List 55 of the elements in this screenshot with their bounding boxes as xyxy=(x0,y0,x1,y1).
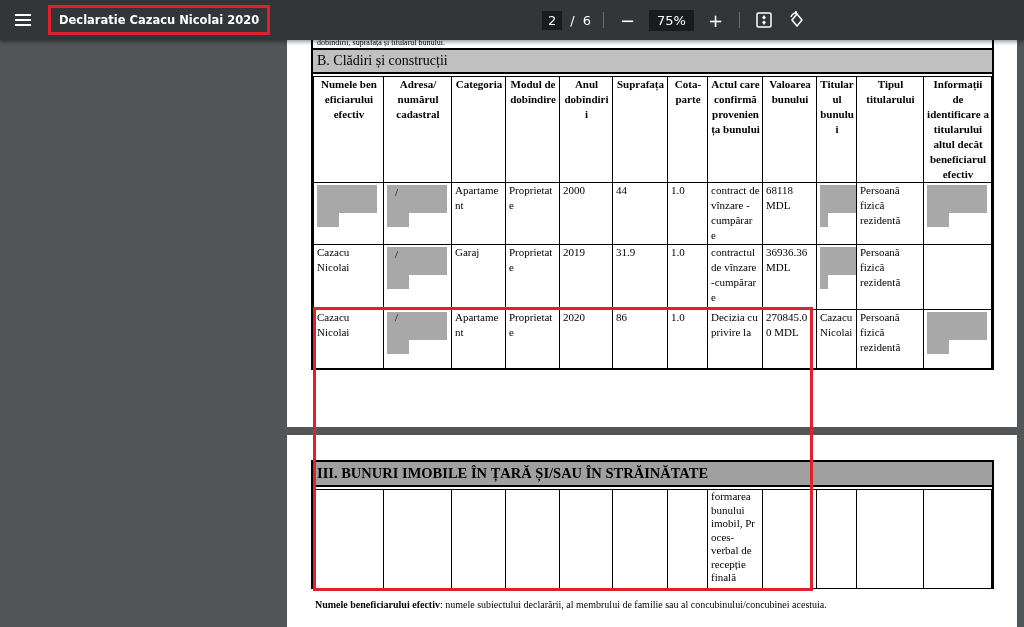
footnote-text: Numele beneficiarului efectiv: numele subiectului declarării, al membrului de familie sau al concubinului/concubinei acestuia. xyxy=(315,599,828,610)
table-cell: Apartame nt xyxy=(455,184,499,211)
table-cell: / xyxy=(395,310,399,325)
table-cell: Apartame nt xyxy=(455,311,499,338)
table-cell: 1.0 xyxy=(671,184,685,196)
table-cell: Cazacu Nicolai xyxy=(820,311,853,338)
table-cell: 2020 xyxy=(563,311,585,323)
table-cell: 1.0 xyxy=(671,311,685,323)
zoom-in-button[interactable]: + xyxy=(703,9,728,31)
zoom-field[interactable]: 75% xyxy=(649,9,694,31)
table-cell: Proprietat e xyxy=(509,246,553,273)
table-cell: 86 xyxy=(616,311,627,323)
text-line: dobîndirii, suprafața și titularul bunului. xyxy=(311,40,994,48)
table-cell: / xyxy=(395,247,399,262)
column-header: Suprafața xyxy=(612,76,668,183)
document-title: Declaratie Cazacu Nicolai 2020 xyxy=(48,5,271,35)
table-cell: 36936.36 MDL xyxy=(766,246,808,273)
section-heading: B. Clădiri și construcții xyxy=(313,50,992,74)
column-header: Adresa/ numărul cadastral xyxy=(383,76,452,183)
table-cell: 31.9 xyxy=(616,246,636,258)
table-cell: / xyxy=(395,185,399,200)
zoom-out-button[interactable]: − xyxy=(615,9,640,31)
page-separator: / xyxy=(570,12,575,28)
column-header: Informații de identificare a titularului altul decât beneficiarul efectiv xyxy=(923,76,992,183)
table-cell: Persoană fizică rezidentă xyxy=(860,246,901,288)
column-header: Cota-parte xyxy=(667,76,708,183)
table-cell: 1.0 xyxy=(671,246,685,258)
table-cell: Cazacu Nicolai xyxy=(317,311,350,338)
column-header: Modul de dobîndire xyxy=(505,76,560,183)
table-cell: 68118 MDL xyxy=(766,184,794,211)
section-heading: III. BUNURI IMOBILE ÎN ȚARĂ ȘI/SAU ÎN STRĂINĂTATE xyxy=(313,462,992,487)
column-header: Titular ul bunulu i xyxy=(816,76,857,183)
fit-page-icon[interactable] xyxy=(756,12,773,28)
table-cell-text: formarea bunului imobil, Pr oces-verbal de recepție finală xyxy=(711,490,756,585)
menu-icon[interactable] xyxy=(15,13,31,27)
table-cell: Cazacu Nicolai xyxy=(317,246,350,273)
table-cell: Proprietat e xyxy=(509,184,553,211)
table-cell: Garaj xyxy=(455,246,480,258)
page-count: 6 xyxy=(582,12,591,28)
column-header: Anul dobîndirii xyxy=(559,76,613,183)
column-header: Categoria xyxy=(451,76,506,183)
table-cell: Persoană fizică rezidentă xyxy=(860,311,901,353)
table-cell: Decizia cu privire la xyxy=(711,311,758,338)
column-header: Valoarea bunului xyxy=(762,76,817,183)
column-header: Numele ben eficiarului efectiv xyxy=(313,76,384,183)
table-cell: contractul de vînzare -cumpărar e xyxy=(711,246,757,303)
table-cell: 44 xyxy=(616,184,627,196)
table-cell: 270845.0 0 MDL xyxy=(766,311,808,338)
table-cell: Persoană fizică rezidentă xyxy=(860,184,901,226)
column-header: Actul care confirmă provenien ța bunului xyxy=(707,76,763,183)
page-number-field[interactable]: 2 xyxy=(542,10,563,30)
table-cell: 2000 xyxy=(563,184,585,196)
table-cell: 2019 xyxy=(563,246,585,258)
column-header: Tipul titularului xyxy=(856,76,924,183)
table-cell: Proprietat e xyxy=(509,311,553,338)
